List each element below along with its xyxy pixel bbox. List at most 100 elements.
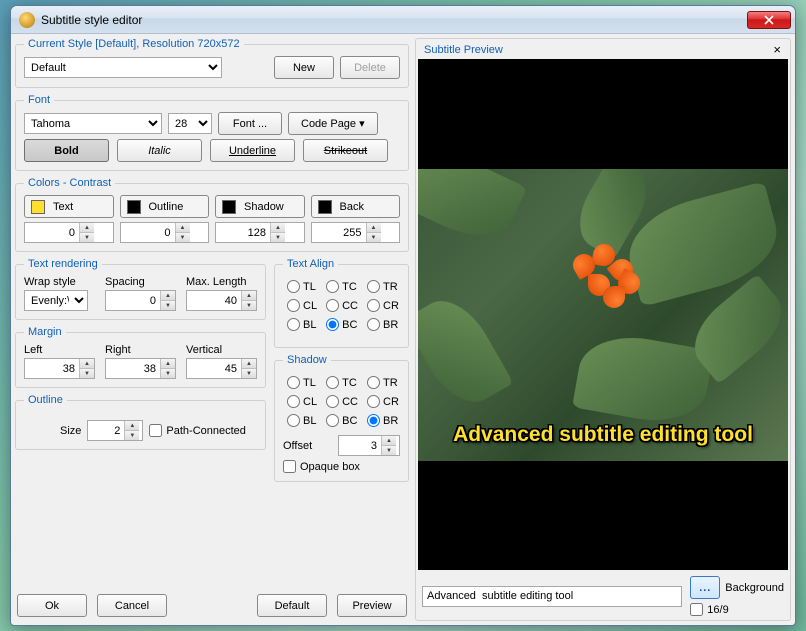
- color-col-shadow: Shadow ▲▼: [215, 195, 305, 243]
- current-style-group: Current Style [Default], Resolution 720x…: [15, 38, 409, 88]
- text-align-legend: Text Align: [283, 258, 338, 270]
- cancel-button[interactable]: Cancel: [97, 594, 167, 617]
- subtitle-overlay: Advanced subtitle editing tool: [418, 423, 788, 447]
- current-style-legend: Current Style [Default], Resolution 720x…: [24, 38, 244, 50]
- app-icon: [19, 12, 35, 28]
- margin-vert-spinner[interactable]: ▲▼: [186, 358, 257, 379]
- preview-button[interactable]: Preview: [337, 594, 407, 617]
- text-rendering-legend: Text rendering: [24, 258, 102, 270]
- color-value-spinner-text[interactable]: ▲▼: [24, 222, 114, 243]
- spacing-label: Spacing: [105, 276, 176, 288]
- shadow-align-radio-tr[interactable]: TR: [367, 376, 400, 389]
- outline-group: Outline Size ▲▼ Path-Connected: [15, 394, 266, 450]
- text-align-radio-cr[interactable]: CR: [367, 299, 400, 312]
- color-col-back: Back ▲▼: [311, 195, 401, 243]
- subtitle-style-editor-window: Subtitle style editor Current Style [Def…: [10, 5, 796, 626]
- maxlen-input[interactable]: [187, 291, 241, 310]
- text-align-radio-bc[interactable]: BC: [326, 318, 359, 331]
- font-dialog-button[interactable]: Font ...: [218, 112, 282, 135]
- margin-legend: Margin: [24, 326, 66, 338]
- shadow-align-radio-cl[interactable]: CL: [287, 395, 318, 408]
- font-name-select[interactable]: Tahoma: [24, 113, 162, 134]
- spacing-spinner[interactable]: ▲▼: [105, 290, 176, 311]
- text-align-radio-tr[interactable]: TR: [367, 280, 400, 293]
- margin-group: Margin Left ▲▼ Right ▲▼ Vertical: [15, 326, 266, 388]
- text-align-radio-tc[interactable]: TC: [326, 280, 359, 293]
- shadow-align-radio-cr[interactable]: CR: [367, 395, 400, 408]
- color-picker-shadow[interactable]: Shadow: [215, 195, 305, 218]
- color-picker-outline[interactable]: Outline: [120, 195, 210, 218]
- text-align-radio-br[interactable]: BR: [367, 318, 400, 331]
- opaque-box-checkbox[interactable]: Opaque box: [283, 460, 360, 473]
- strikeout-toggle[interactable]: Strikeout: [303, 139, 388, 162]
- colors-legend: Colors - Contrast: [24, 177, 115, 189]
- color-swatch-icon: [127, 200, 141, 214]
- text-align-radio-bl[interactable]: BL: [287, 318, 318, 331]
- wrap-style-select[interactable]: Evenly:\N: [24, 290, 88, 311]
- color-value-spinner-back[interactable]: ▲▼: [311, 222, 401, 243]
- outline-size-spinner[interactable]: ▲▼: [87, 420, 143, 441]
- shadow-align-radio-tl[interactable]: TL: [287, 376, 318, 389]
- shadow-group: Shadow TL TC TR CL CC CR BL BC BR Offset ▲▼: [274, 354, 409, 482]
- up-arrow-icon[interactable]: ▲: [161, 291, 175, 301]
- shadow-offset-spinner[interactable]: ▲▼: [338, 435, 400, 456]
- underline-toggle[interactable]: Underline: [210, 139, 295, 162]
- down-arrow-icon[interactable]: ▼: [242, 301, 256, 310]
- maxlen-spinner[interactable]: ▲▼: [186, 290, 257, 311]
- new-style-button[interactable]: New: [274, 56, 334, 79]
- shadow-align-radio-br[interactable]: BR: [367, 414, 400, 427]
- text-align-radio-cl[interactable]: CL: [287, 299, 318, 312]
- color-label: Outline: [149, 201, 184, 213]
- code-page-button[interactable]: Code Page ▾: [288, 112, 378, 135]
- margin-right-label: Right: [105, 344, 176, 356]
- color-value-spinner-shadow[interactable]: ▲▼: [215, 222, 305, 243]
- color-swatch-icon: [31, 200, 45, 214]
- color-label: Text: [53, 201, 73, 213]
- preview-panel: Subtitle Preview ×: [415, 38, 791, 621]
- color-col-outline: Outline ▲▼: [120, 195, 210, 243]
- color-picker-back[interactable]: Back: [311, 195, 401, 218]
- outline-size-label: Size: [60, 425, 81, 437]
- maxlen-label: Max. Length: [186, 276, 257, 288]
- shadow-align-radio-bc[interactable]: BC: [326, 414, 359, 427]
- italic-toggle[interactable]: Italic: [117, 139, 202, 162]
- shadow-align-radio-cc[interactable]: CC: [326, 395, 359, 408]
- path-connected-checkbox[interactable]: Path-Connected: [149, 424, 246, 437]
- text-align-radio-tl[interactable]: TL: [287, 280, 318, 293]
- default-button[interactable]: Default: [257, 594, 327, 617]
- font-size-select[interactable]: 28: [168, 113, 212, 134]
- spacing-input[interactable]: [106, 291, 160, 310]
- preview-canvas: Advanced subtitle editing tool: [418, 59, 788, 570]
- margin-right-spinner[interactable]: ▲▼: [105, 358, 176, 379]
- preview-text-input[interactable]: [422, 586, 682, 607]
- color-value-spinner-outline[interactable]: ▲▼: [120, 222, 210, 243]
- preview-legend: Subtitle Preview: [424, 44, 503, 56]
- background-label: Background: [725, 582, 784, 594]
- close-button[interactable]: [747, 11, 791, 29]
- style-select[interactable]: Default: [24, 57, 222, 78]
- shadow-align-radio-tc[interactable]: TC: [326, 376, 359, 389]
- background-chooser-button[interactable]: ...: [690, 576, 720, 599]
- text-align-group: Text Align TL TC TR CL CC CR BL BC BR: [274, 258, 409, 348]
- bold-toggle[interactable]: Bold: [24, 139, 109, 162]
- margin-left-spinner[interactable]: ▲▼: [24, 358, 95, 379]
- shadow-align-radio-bl[interactable]: BL: [287, 414, 318, 427]
- down-arrow-icon[interactable]: ▼: [161, 301, 175, 310]
- font-group: Font Tahoma 28 Font ... Code Page ▾ Bold…: [15, 94, 409, 171]
- text-rendering-group: Text rendering Wrap style Evenly:\N Spac…: [15, 258, 266, 320]
- titlebar: Subtitle style editor: [11, 6, 795, 34]
- ok-button[interactable]: Ok: [17, 594, 87, 617]
- text-align-radio-cc[interactable]: CC: [326, 299, 359, 312]
- preview-close-button[interactable]: ×: [770, 42, 784, 57]
- wrap-style-label: Wrap style: [24, 276, 95, 288]
- ratio-16-9-checkbox[interactable]: 16/9: [690, 603, 784, 616]
- color-swatch-icon: [222, 200, 236, 214]
- delete-style-button[interactable]: Delete: [340, 56, 400, 79]
- up-arrow-icon[interactable]: ▲: [242, 291, 256, 301]
- color-picker-text[interactable]: Text: [24, 195, 114, 218]
- colors-group: Colors - Contrast Text ▲▼ Outline ▲▼ Sha…: [15, 177, 409, 252]
- color-col-text: Text ▲▼: [24, 195, 114, 243]
- shadow-legend: Shadow: [283, 354, 331, 366]
- margin-left-label: Left: [24, 344, 95, 356]
- shadow-offset-label: Offset: [283, 440, 312, 452]
